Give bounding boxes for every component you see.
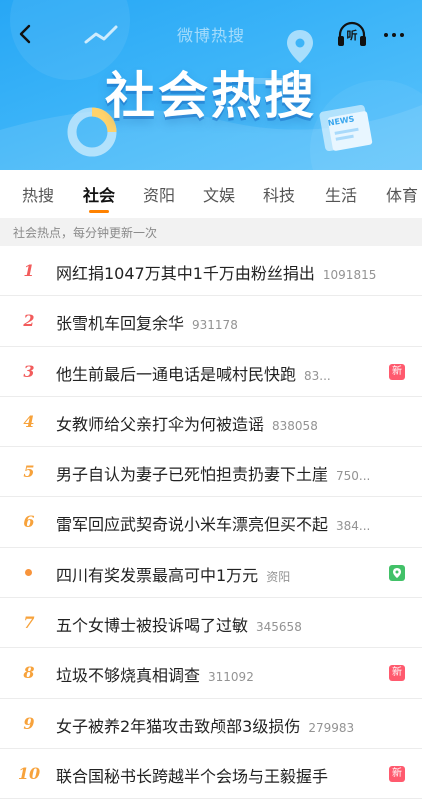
item-line: 网红捐1047万其中1千万由粉丝捐出 1091815 bbox=[56, 260, 410, 282]
rank-number: 3 bbox=[23, 361, 35, 381]
list-item[interactable]: 7 五个女博士被投诉喝了过敏 345658 bbox=[0, 598, 422, 649]
new-badge: 新 bbox=[389, 765, 405, 782]
rank-number: 1 bbox=[23, 261, 35, 280]
list-item[interactable]: 9 女子被养2年猫攻击致颅部3级损伤 279983 bbox=[0, 699, 422, 749]
item-title: 雷军回应武契奇说小米车漂亮但买不起 bbox=[56, 515, 329, 534]
new-badge: 新 bbox=[389, 665, 405, 682]
tab-technology[interactable]: 科技 bbox=[263, 182, 295, 206]
more-dot-icon bbox=[400, 33, 404, 37]
tab-ziyang[interactable]: 资阳 bbox=[143, 182, 175, 206]
rank-number: 4 bbox=[23, 411, 35, 431]
list-item[interactable]: 8 垃圾不够烧真相调查 311092 新 bbox=[0, 648, 422, 699]
heat-count: 83... bbox=[304, 368, 331, 383]
heat-count: 750... bbox=[336, 469, 371, 484]
update-info-text: 社会热点，每分钟更新一次 bbox=[13, 226, 158, 240]
more-options-button[interactable] bbox=[376, 18, 412, 50]
listen-label: 听 bbox=[346, 29, 358, 42]
rank-number: 7 bbox=[23, 613, 35, 633]
heat-count: 384... bbox=[336, 519, 371, 534]
tab-life[interactable]: 生活 bbox=[325, 182, 357, 206]
item-title: 垃圾不够烧真相调查 bbox=[56, 666, 201, 685]
item-title: 四川有奖发票最高可中1万元 bbox=[56, 565, 259, 584]
location-pin-icon bbox=[389, 564, 405, 581]
item-line: 张雪机车回复余华 931178 bbox=[56, 310, 410, 332]
heat-count: 1091815 bbox=[322, 268, 377, 282]
rank-number: 8 bbox=[23, 663, 35, 683]
list-item[interactable]: 3 他生前最后一通电话是喊村民快跑 83... 新 bbox=[0, 347, 422, 397]
list-item[interactable]: 1 网红捐1047万其中1千万由粉丝捐出 1091815 bbox=[0, 246, 422, 297]
top-bar: 微博热搜 听 bbox=[0, 14, 422, 54]
active-tab-indicator bbox=[89, 210, 109, 213]
list-item[interactable]: 6 雷军回应武契奇说小米车漂亮但买不起 384... bbox=[0, 497, 422, 548]
location-tag: 资阳 bbox=[266, 569, 291, 584]
item-line: 联合国秘书长跨越半个会场与王毅握手 bbox=[56, 763, 386, 785]
tab-society[interactable]: 社会 bbox=[83, 182, 115, 206]
heat-count: 345658 bbox=[256, 620, 302, 635]
banner-title: 社会热搜 bbox=[105, 67, 317, 125]
new-badge: 新 bbox=[389, 363, 405, 380]
item-title: 女子被养2年猫攻击致颅部3级损伤 bbox=[56, 716, 301, 735]
heat-count: 838058 bbox=[272, 418, 318, 433]
item-title: 张雪机车回复余华 bbox=[56, 314, 185, 333]
update-info-bar: 社会热点，每分钟更新一次 bbox=[0, 218, 422, 246]
tab-sports[interactable]: 体育 bbox=[386, 182, 418, 206]
heat-count: 931178 bbox=[192, 318, 238, 333]
hot-search-list: 1 网红捐1047万其中1千万由粉丝捐出 1091815 2 张雪机车回复余华 93… bbox=[0, 246, 422, 800]
item-title: 他生前最后一通电话是喊村民快跑 bbox=[56, 364, 297, 383]
item-line: 四川有奖发票最高可中1万元 资阳 bbox=[56, 562, 386, 584]
heat-count: 311092 bbox=[208, 670, 254, 685]
rank-number: 10 bbox=[17, 763, 41, 783]
more-dot-icon bbox=[392, 33, 396, 37]
heat-count: 279983 bbox=[308, 720, 355, 735]
item-line: 五个女博士被投诉喝了过敏 345658 bbox=[56, 612, 410, 634]
list-item[interactable]: 10 联合国秘书长跨越半个会场与王毅握手 新 bbox=[0, 749, 422, 800]
item-title: 联合国秘书长跨越半个会场与王毅握手 bbox=[56, 766, 329, 785]
item-title: 男子自认为妻子已死怕担责扔妻下土崖 bbox=[56, 465, 329, 484]
category-tabs: 热搜 社会 资阳 文娱 科技 生活 体育 bbox=[0, 170, 422, 218]
item-line: 雷军回应武契奇说小米车漂亮但买不起 384... bbox=[56, 511, 410, 533]
rank-number: 9 bbox=[23, 713, 35, 733]
tab-hot[interactable]: 热搜 bbox=[22, 182, 54, 206]
list-item[interactable]: 5 男子自认为妻子已死怕担责扔妻下土崖 750... bbox=[0, 447, 422, 498]
list-item[interactable]: 2 张雪机车回复余华 931178 bbox=[0, 296, 422, 347]
item-line: 男子自认为妻子已死怕担责扔妻下土崖 750... bbox=[56, 461, 410, 483]
bullet-dot-icon bbox=[25, 568, 32, 576]
tab-entertainment[interactable]: 文娱 bbox=[203, 182, 235, 206]
item-line: 女教师给父亲打伞为何被造谣 838058 bbox=[56, 411, 410, 433]
list-item-promoted[interactable]: 四川有奖发票最高可中1万元 资阳 bbox=[0, 548, 422, 599]
list-item[interactable]: 4 女教师给父亲打伞为何被造谣 838058 bbox=[0, 397, 422, 448]
item-line: 女子被养2年猫攻击致颅部3级损伤 279983 bbox=[56, 713, 410, 735]
item-line: 他生前最后一通电话是喊村民快跑 83... bbox=[56, 361, 386, 383]
rank-number: 5 bbox=[23, 462, 35, 482]
item-title: 女教师给父亲打伞为何被造谣 bbox=[56, 414, 265, 433]
listen-button[interactable]: 听 bbox=[334, 18, 370, 50]
rank-number: 2 bbox=[23, 311, 35, 331]
item-title: 五个女博士被投诉喝了过敏 bbox=[56, 616, 249, 635]
item-title: 网红捐1047万其中1千万由粉丝捐出 bbox=[56, 264, 315, 282]
more-dot-icon bbox=[384, 33, 388, 37]
rank-number: 6 bbox=[23, 512, 35, 532]
item-line: 垃圾不够烧真相调查 311092 bbox=[56, 662, 386, 684]
header-banner: NEWS 微博热搜 听 社会热搜 bbox=[0, 0, 422, 170]
